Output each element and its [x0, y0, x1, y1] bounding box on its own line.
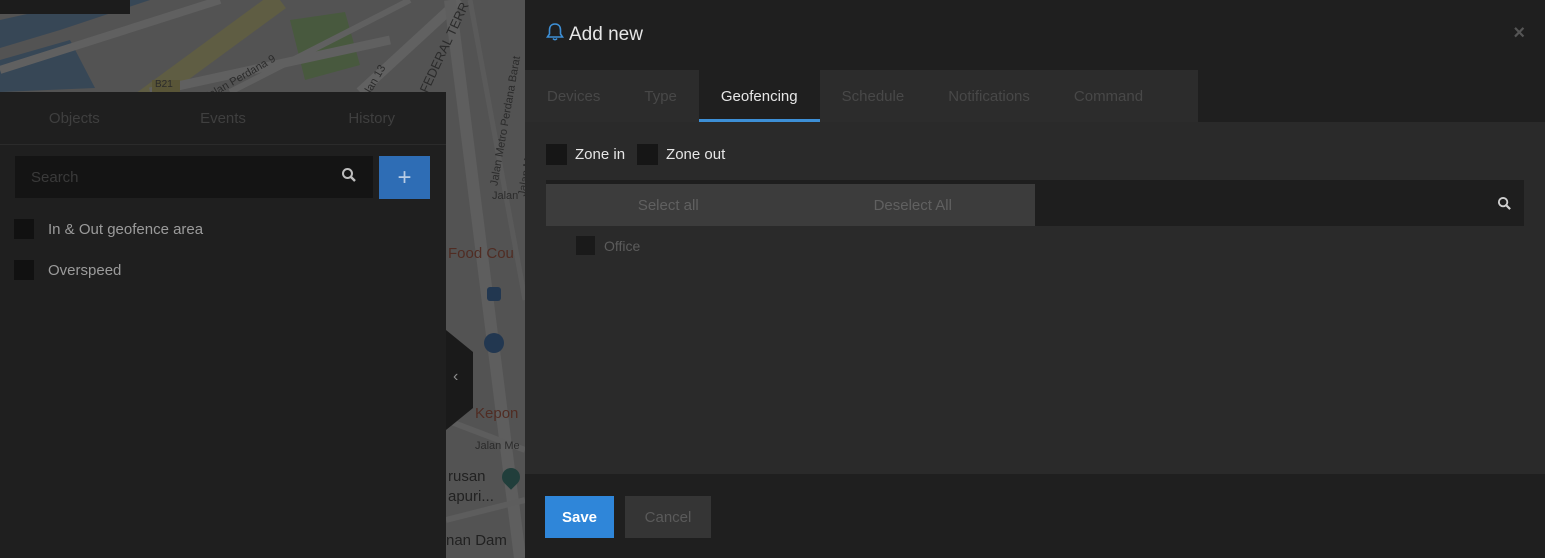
tab-notifications[interactable]: Notifications [926, 70, 1052, 122]
geofence-checkbox[interactable] [576, 236, 595, 255]
panel-tabs: Objects Events History [0, 92, 446, 145]
dialog-header: Add new × [525, 0, 1545, 70]
tab-geofencing[interactable]: Geofencing [698, 70, 820, 122]
zone-in-checkbox[interactable] [546, 144, 567, 165]
search-icon[interactable] [1497, 196, 1512, 216]
select-all-button[interactable]: Select all [546, 184, 791, 226]
dialog-footer: Save Cancel [525, 474, 1545, 558]
tab-events[interactable]: Events [149, 92, 298, 144]
list-item[interactable]: Overspeed [14, 259, 121, 281]
left-panel: Objects Events History Search + In & Out… [0, 92, 446, 558]
geofence-item[interactable]: Office [576, 236, 640, 255]
tab-history[interactable]: History [297, 92, 446, 144]
selection-buttons: Select all Deselect All [546, 184, 1035, 226]
add-button[interactable]: + [379, 156, 430, 199]
cancel-button[interactable]: Cancel [625, 496, 711, 538]
save-button[interactable]: Save [545, 496, 614, 538]
geofencing-panel: Zone in Zone out Select all Deselect All… [525, 122, 1545, 474]
dialog-title-text: Add new [569, 23, 643, 45]
list-item[interactable]: In & Out geofence area [14, 218, 203, 240]
tab-devices[interactable]: Devices [525, 70, 622, 122]
deselect-all-button[interactable]: Deselect All [791, 184, 1036, 226]
search-input[interactable]: Search [15, 156, 373, 198]
tab-schedule[interactable]: Schedule [820, 70, 927, 122]
zone-out-label[interactable]: Zone out [666, 146, 725, 163]
map-top-bar [0, 0, 130, 14]
geofence-label: Office [604, 237, 641, 254]
add-new-dialog: Add new × Devices Type Geofencing Schedu… [525, 0, 1545, 558]
item-checkbox[interactable] [14, 260, 34, 280]
search-placeholder: Search [31, 169, 79, 186]
close-icon[interactable]: × [1513, 22, 1525, 45]
item-checkbox[interactable] [14, 219, 34, 239]
dialog-title: Add new [546, 22, 643, 47]
tab-objects[interactable]: Objects [0, 92, 149, 144]
tab-type[interactable]: Type [622, 70, 699, 122]
geofence-selector-bar: Select all Deselect All [546, 180, 1524, 226]
item-label: Overspeed [48, 261, 122, 279]
zone-options: Zone in Zone out [546, 144, 737, 165]
zone-in-label[interactable]: Zone in [575, 146, 625, 163]
zone-out-checkbox[interactable] [637, 144, 659, 165]
tab-command[interactable]: Command [1052, 70, 1165, 122]
item-label: In & Out geofence area [48, 220, 204, 238]
search-icon[interactable] [341, 167, 357, 188]
dialog-tabs: Devices Type Geofencing Schedule Notific… [525, 70, 1198, 122]
chevron-left-icon: ‹ [453, 368, 459, 385]
bell-icon [546, 22, 564, 47]
